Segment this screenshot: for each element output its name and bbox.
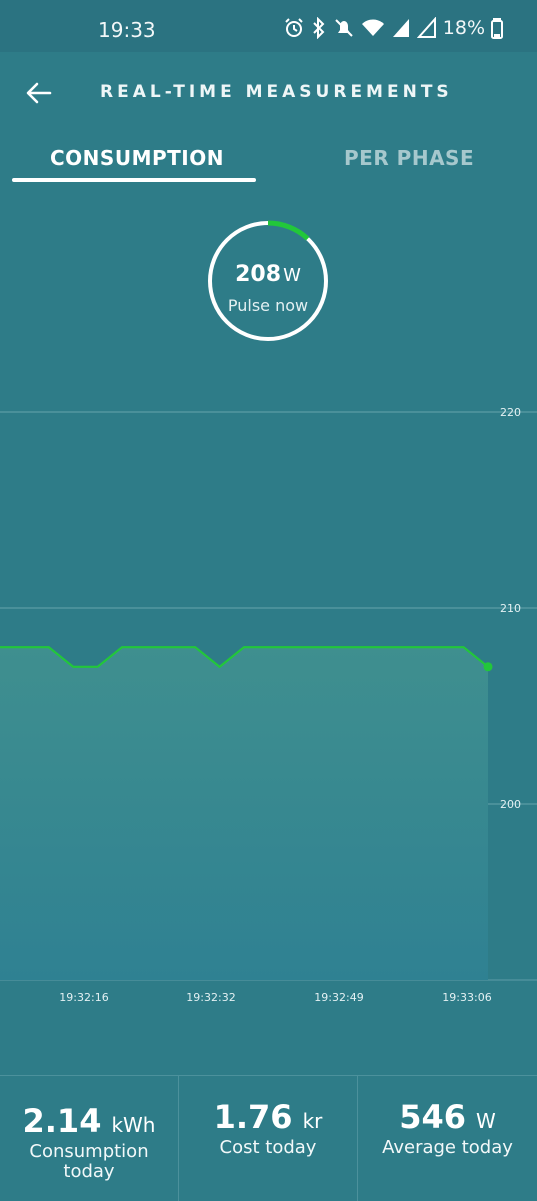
alarm-icon bbox=[285, 18, 303, 37]
gauge-value-number: 208 bbox=[235, 262, 282, 287]
bluetooth-icon bbox=[313, 17, 325, 39]
stat-average-today: 546 W Average today bbox=[358, 1076, 537, 1201]
back-arrow-icon[interactable] bbox=[24, 78, 54, 108]
active-tab-indicator bbox=[12, 178, 256, 182]
x-tick-label: 19:33:06 bbox=[442, 991, 491, 1004]
battery-percent: 18% bbox=[442, 17, 485, 39]
signal-roaming-icon bbox=[416, 17, 436, 38]
tab-bar: CONSUMPTION PER PHASE bbox=[0, 134, 537, 190]
stat-cost-unit: kr bbox=[302, 1109, 323, 1133]
gauge-value: 208 W bbox=[205, 262, 331, 287]
status-icons: 18% bbox=[283, 16, 503, 40]
status-bar: 19:33 18% bbox=[0, 0, 537, 52]
tab-consumption[interactable]: CONSUMPTION bbox=[50, 146, 224, 170]
chart-last-point bbox=[483, 662, 493, 672]
battery-icon bbox=[491, 18, 503, 39]
x-tick-label: 19:32:32 bbox=[186, 991, 235, 1004]
y-tick-label: 210 bbox=[500, 602, 521, 615]
page-title: REAL-TIME MEASUREMENTS bbox=[100, 82, 453, 102]
stat-average-label: Average today bbox=[382, 1137, 513, 1158]
stat-consumption-today: 2.14 kWh Consumption today bbox=[0, 1076, 178, 1201]
tab-per-phase[interactable]: PER PHASE bbox=[344, 146, 474, 170]
stat-cost-value: 1.76 bbox=[213, 1098, 293, 1136]
stat-cost-label: Cost today bbox=[219, 1137, 317, 1158]
y-tick-label: 200 bbox=[500, 798, 521, 811]
gauge-label: Pulse now bbox=[227, 296, 309, 315]
x-tick-label: 19:32:49 bbox=[314, 991, 363, 1004]
gauge-value-unit: W bbox=[283, 265, 301, 286]
mute-bell-icon bbox=[335, 19, 353, 37]
signal-icon bbox=[392, 19, 409, 37]
status-time: 19:33 bbox=[98, 18, 156, 42]
consumption-chart: 220 210 200 19:32:16 19:32:32 19:32:49 19:33:0… bbox=[0, 406, 537, 1004]
stat-consumption-unit: kWh bbox=[111, 1113, 156, 1137]
gauge-fill bbox=[267, 220, 310, 241]
chart-area-fill bbox=[0, 647, 488, 980]
wifi-icon bbox=[361, 19, 384, 36]
stat-average-unit: W bbox=[476, 1109, 496, 1133]
x-tick-label: 19:32:16 bbox=[59, 991, 108, 1004]
stat-consumption-value: 2.14 bbox=[22, 1102, 102, 1140]
stat-cost-today: 1.76 kr Cost today bbox=[179, 1076, 357, 1201]
daily-stats: 2.14 kWh Consumption today 1.76 kr Cost to… bbox=[0, 1075, 537, 1201]
y-tick-label: 220 bbox=[500, 406, 521, 419]
stat-consumption-label: Consumption today bbox=[29, 1141, 149, 1182]
app-bar: REAL-TIME MEASUREMENTS bbox=[0, 52, 537, 134]
stat-average-value: 546 bbox=[399, 1098, 466, 1136]
